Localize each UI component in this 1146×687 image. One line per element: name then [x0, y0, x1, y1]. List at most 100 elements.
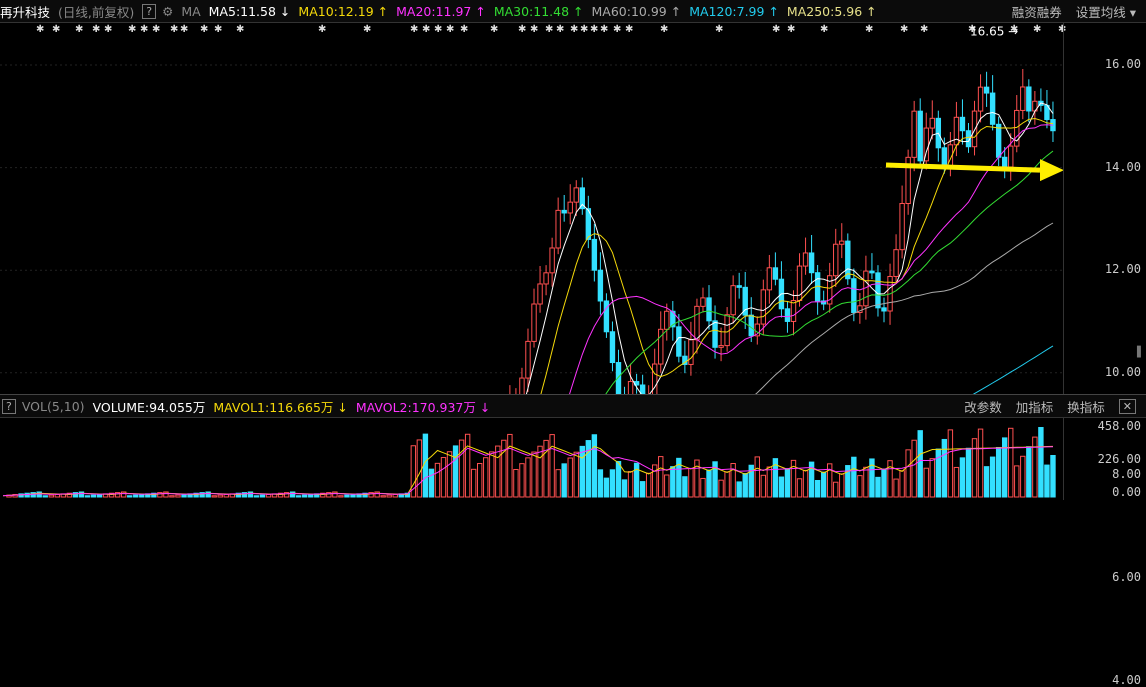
volume-axis: 458.00 226.00 0.00: [1063, 417, 1146, 500]
volume-bar: [84, 495, 91, 498]
set-ma-button[interactable]: 设置均线 ▾: [1076, 2, 1136, 21]
candle-body: [959, 116, 966, 132]
candle-body: [808, 252, 815, 274]
volume-bar: [519, 463, 525, 498]
volume-bar: [754, 456, 760, 498]
volume-bar: [935, 448, 942, 498]
volume-bar: [639, 481, 646, 498]
volume-bar: [1038, 427, 1044, 498]
volume-bar: [555, 469, 561, 498]
stock-name: 再升科技: [0, 4, 51, 20]
volume-bar: [392, 493, 398, 498]
candle-body: [567, 201, 573, 214]
volume-bar: [905, 449, 911, 498]
candle-body: [639, 384, 646, 394]
volume-bar: [42, 495, 48, 498]
candle-body: [525, 340, 531, 379]
volume-bar: [778, 476, 785, 498]
candle-body: [543, 272, 549, 285]
volume-bar: [959, 457, 966, 498]
volume-bar: [549, 434, 555, 498]
candle-body: [1001, 156, 1008, 168]
volume-bar: [223, 493, 229, 498]
ma-legend-item: MA20:11.97 ↑: [396, 4, 486, 19]
volume-bar: [446, 451, 453, 498]
volume-bar: [253, 495, 260, 498]
candle-body: [983, 86, 990, 94]
volume-chart[interactable]: [0, 417, 1063, 500]
volume-value: VOLUME:94.055万: [92, 399, 206, 415]
volume-bar: [1001, 437, 1008, 498]
volume-bar: [531, 451, 537, 498]
candle-body: [561, 209, 567, 214]
ma-legend-item: MA10:12.19 ↑: [298, 4, 388, 19]
volume-bar: [139, 493, 145, 498]
volume-bar: [295, 495, 302, 498]
candle-body: [627, 381, 634, 394]
volume-bar: [133, 494, 139, 498]
volume-bar: [760, 474, 767, 498]
ma-trend-arrow-icon: ↑: [569, 3, 584, 19]
price-axis-tick: 4.00: [1112, 672, 1141, 687]
candle-body: [718, 345, 724, 348]
ma-legend-text: MA20:11.97: [396, 3, 472, 19]
vol-label[interactable]: VOL(5,10): [22, 399, 85, 414]
volume-bar: [911, 439, 917, 498]
volume-bar: [434, 462, 441, 498]
mavol2-text: MAVOL2:170.937万: [355, 399, 476, 415]
ma-legend-item: MA250:5.96 ↑: [787, 4, 877, 19]
candle-body: [609, 331, 616, 364]
volume-bar: [724, 471, 730, 498]
margin-trading-button[interactable]: 融资融券: [1012, 2, 1062, 21]
volume-bar: [857, 475, 863, 498]
price-axis-tick: 10.00: [1104, 364, 1141, 379]
volume-bar: [181, 493, 187, 498]
help-icon[interactable]: ?: [142, 3, 157, 19]
switch-indicator-button[interactable]: 换指标: [1067, 397, 1105, 416]
candle-body: [845, 240, 851, 280]
splitter-handle-icon[interactable]: ▐: [1133, 347, 1141, 358]
volume-bar: [1032, 436, 1038, 498]
volume-bar: [350, 493, 356, 498]
ma-trend-arrow-icon: ↑: [862, 3, 877, 19]
ma-legend-text: MA60:10.99: [591, 3, 667, 19]
volume-bar: [887, 460, 893, 498]
close-icon[interactable]: ✕: [1118, 398, 1136, 414]
period-label[interactable]: (日线,前复权): [58, 2, 134, 21]
volume-bar: [989, 456, 996, 498]
candle-body: [875, 272, 881, 309]
trend-arrow-head-icon: [1040, 159, 1063, 182]
volume-bar: [489, 451, 495, 498]
main-chart-header: 再升科技 (日线,前复权) ? ⚙ MA MA5:11.58 ↓ MA10:12.…: [0, 0, 1146, 23]
volume-bar: [953, 466, 960, 498]
collapse-icon[interactable]: ?: [2, 398, 16, 414]
volume-bar: [495, 445, 501, 498]
candle-body: [688, 339, 694, 365]
volume-bar: [736, 481, 742, 498]
volume-bar: [308, 493, 314, 498]
candlestick-chart[interactable]: 16.65 →← 4.42$: [0, 22, 1063, 394]
volume-bar: [54, 493, 61, 498]
volume-bar: [416, 439, 423, 498]
volume-bar: [386, 494, 392, 498]
add-indicator-button[interactable]: 加指标: [1016, 397, 1054, 416]
price-axis-tick: 16.00: [1104, 57, 1141, 71]
change-params-button[interactable]: 改参数: [964, 397, 1002, 416]
volume-bar: [464, 433, 471, 498]
gear-icon[interactable]: ⚙: [162, 4, 173, 19]
candle-body: [597, 269, 604, 302]
volume-bar: [814, 479, 821, 498]
candle-body: [706, 297, 712, 322]
volume-bar: [766, 466, 773, 498]
volume-bar: [440, 457, 447, 498]
volume-bar: [627, 471, 634, 498]
mavol2-value: MAVOL2:170.937万 ↓: [355, 399, 491, 415]
volume-bar: [947, 429, 954, 498]
volume-bar: [929, 458, 935, 498]
volume-bar: [24, 492, 30, 498]
volume-bar: [893, 478, 899, 498]
volume-bar: [561, 463, 567, 498]
candle-body: [784, 308, 791, 322]
volume-bar: [923, 467, 929, 498]
ma-legend-text: MA10:12.19: [298, 3, 374, 19]
